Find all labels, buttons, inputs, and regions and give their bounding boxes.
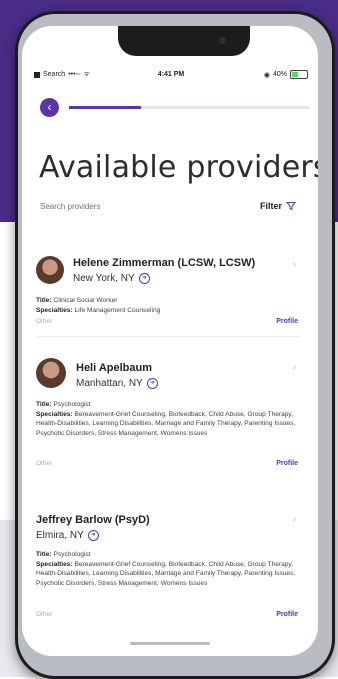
provider-name: Jeffrey Barlow (PsyD): [36, 514, 150, 526]
location-text: Manhattan, NY: [76, 378, 143, 389]
provider-location: Elmira, NY ➜: [36, 530, 99, 541]
title-label: Title:: [36, 297, 52, 304]
profile-link[interactable]: Profile: [276, 318, 298, 325]
provider-location: Manhattan, NY ➜: [76, 378, 158, 389]
provider-name: Heli Apelbaum: [76, 362, 152, 374]
specialties-label: Specialties:: [36, 410, 73, 418]
title-label: Title:: [36, 551, 52, 558]
page-title: Available providers.: [39, 150, 318, 185]
battery-label: 40%: [272, 71, 287, 78]
status-bar: Search •••◦◦ ᯤ 4:41 PM ◉ 40%: [34, 70, 308, 84]
title-row: Title: Clinical Social Worker: [36, 296, 302, 306]
title-value: Clinical Social Worker: [53, 297, 118, 304]
chevron-right-icon: ›: [292, 362, 296, 373]
provider-details: Title: Psychologist Specialties: Bereave…: [36, 550, 302, 588]
provider-name: Helene Zimmerman (LCSW, LCSW): [73, 257, 256, 269]
title-label: Title:: [36, 401, 52, 408]
title-row: Title: Psychologist: [36, 400, 302, 410]
progress-bar: [69, 106, 309, 109]
location-text: Elmira, NY: [36, 530, 84, 541]
specialties-row: Specialties: Life Management Counseling: [36, 306, 302, 316]
app-screen: Search •••◦◦ ᯤ 4:41 PM ◉ 40% ‹ Available…: [22, 26, 318, 656]
provider-details: Title: Psychologist Specialties: Bereave…: [36, 400, 302, 438]
phone-notch: [118, 26, 250, 56]
category-tag: Other: [36, 318, 53, 325]
location-status-icon: ◉: [263, 71, 270, 79]
camera-dot: [219, 37, 226, 44]
title-row: Title: Psychologist: [36, 550, 302, 560]
avatar: [36, 358, 66, 388]
specialties-value: Life Management Counseling: [74, 306, 161, 314]
filter-label: Filter: [259, 201, 282, 211]
specialties-label: Specialties:: [36, 560, 73, 568]
specialties-value: Bereavement-Grief Counseling, Biofeedbac…: [36, 410, 296, 437]
title-value: Psychologist: [53, 401, 91, 408]
back-button[interactable]: ‹: [40, 98, 59, 117]
category-tag: Other: [36, 611, 53, 618]
location-arrow-icon: ➜: [87, 530, 99, 541]
chevron-right-icon: ›: [292, 259, 296, 270]
funnel-icon: [286, 202, 296, 211]
specialties-row: Specialties: Bereavement-Grief Counselin…: [36, 560, 302, 589]
specialties-row: Specialties: Bereavement-Grief Counselin…: [36, 410, 302, 439]
arrow-left-icon: ‹: [47, 100, 52, 114]
specialties-value: Bereavement-Grief Counseling, Biofeedbac…: [36, 560, 296, 587]
divider: [36, 336, 302, 337]
filter-button[interactable]: Filter: [260, 201, 296, 211]
home-indicator: [130, 642, 210, 645]
provider-location: New York, NY ➜: [73, 273, 150, 284]
specialties-label: Specialties:: [36, 306, 73, 314]
title-value: Psychologist: [53, 551, 91, 558]
battery-icon: [290, 70, 308, 79]
progress-fill: [69, 106, 141, 109]
category-tag: Other: [36, 460, 53, 467]
avatar: [36, 256, 64, 284]
profile-link[interactable]: Profile: [276, 611, 298, 618]
location-arrow-icon: ➜: [146, 378, 158, 389]
location-arrow-icon: ➜: [138, 273, 150, 284]
provider-details: Title: Clinical Social Worker Specialtie…: [36, 296, 302, 315]
profile-link[interactable]: Profile: [276, 460, 298, 467]
status-right: ◉ 40%: [264, 70, 308, 79]
chevron-right-icon: ›: [292, 514, 296, 525]
location-text: New York, NY: [73, 273, 135, 284]
search-input[interactable]: [40, 202, 200, 211]
